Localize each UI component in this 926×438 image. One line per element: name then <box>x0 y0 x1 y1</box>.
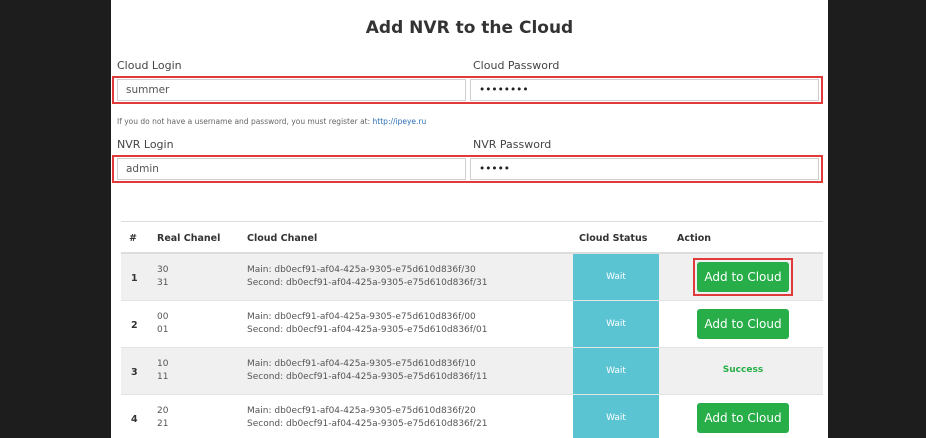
header-cloud-chanel: Cloud Chanel <box>247 233 318 244</box>
cloud-status: Wait <box>573 395 659 438</box>
cloud-login-label: Cloud Login <box>117 59 182 72</box>
table-row: 1 30 31 Main: db0ecf91-af04-425a-9305-e7… <box>121 254 823 301</box>
cloud-second: Second: db0ecf91-af04-425a-9305-e75d610d… <box>247 325 488 335</box>
header-cloud-status: Cloud Status <box>579 233 648 244</box>
real-chanel-cell: 10 11 <box>157 358 168 384</box>
success-text: Success <box>722 365 764 375</box>
cloud-second: Second: db0ecf91-af04-425a-9305-e75d610d… <box>247 419 488 429</box>
real-main: 20 <box>157 406 169 416</box>
cloud-chanel-cell: Main: db0ecf91-af04-425a-9305-e75d610d83… <box>247 358 487 384</box>
row-number: 3 <box>131 367 138 378</box>
cloud-login-field[interactable]: summer <box>117 79 466 101</box>
cloud-status: Wait <box>573 254 659 300</box>
row-number: 2 <box>131 320 138 331</box>
table-row: 2 00 01 Main: db0ecf91-af04-425a-9305-e7… <box>121 301 823 348</box>
register-note-text: If you do not have a username and passwo… <box>117 117 371 126</box>
add-nvr-panel: Add NVR to the Cloud Cloud Login Cloud P… <box>111 0 828 438</box>
register-link[interactable]: http://ipeye.ru <box>373 117 427 126</box>
real-second: 21 <box>157 419 169 429</box>
table-row: 3 10 11 Main: db0ecf91-af04-425a-9305-e7… <box>121 348 823 395</box>
cloud-chanel-cell: Main: db0ecf91-af04-425a-9305-e75d610d83… <box>247 311 487 337</box>
cloud-chanel-cell: Main: db0ecf91-af04-425a-9305-e75d610d83… <box>247 264 487 290</box>
real-chanel-cell: 30 31 <box>157 264 168 290</box>
cloud-password-field[interactable]: •••••••• <box>470 79 819 101</box>
add-to-cloud-button[interactable]: Add to Cloud <box>697 262 789 292</box>
nvr-password-label: NVR Password <box>473 138 552 151</box>
channel-table: # Real Chanel Cloud Chanel Cloud Status … <box>121 221 823 438</box>
real-main: 00 <box>157 312 169 322</box>
real-second: 31 <box>157 278 169 288</box>
nvr-login-field[interactable]: admin <box>117 158 466 180</box>
cloud-password-label: Cloud Password <box>473 59 560 72</box>
real-second: 01 <box>157 325 169 335</box>
page-title: Add NVR to the Cloud <box>365 18 574 38</box>
cloud-second: Second: db0ecf91-af04-425a-9305-e75d610d… <box>247 278 488 288</box>
cloud-main: Main: db0ecf91-af04-425a-9305-e75d610d83… <box>247 312 476 322</box>
nvr-password-field[interactable]: ••••• <box>470 158 819 180</box>
nvr-login-label: NVR Login <box>117 138 174 151</box>
cloud-main: Main: db0ecf91-af04-425a-9305-e75d610d83… <box>247 265 476 275</box>
header-action: Action <box>677 233 712 244</box>
row-number: 4 <box>131 414 138 425</box>
cloud-chanel-cell: Main: db0ecf91-af04-425a-9305-e75d610d83… <box>247 405 487 431</box>
table-header: # Real Chanel Cloud Chanel Cloud Status … <box>121 221 823 254</box>
row-number: 1 <box>131 273 138 284</box>
add-to-cloud-button[interactable]: Add to Cloud <box>697 403 789 433</box>
cloud-main: Main: db0ecf91-af04-425a-9305-e75d610d83… <box>247 359 476 369</box>
cloud-status: Wait <box>573 301 659 347</box>
cloud-second: Second: db0ecf91-af04-425a-9305-e75d610d… <box>247 372 488 382</box>
real-second: 11 <box>157 372 169 382</box>
real-main: 10 <box>157 359 169 369</box>
register-note: If you do not have a username and passwo… <box>117 117 426 126</box>
header-real-chanel: Real Chanel <box>157 233 221 244</box>
header-number: # <box>129 233 137 244</box>
table-row: 4 20 21 Main: db0ecf91-af04-425a-9305-e7… <box>121 395 823 438</box>
add-to-cloud-button[interactable]: Add to Cloud <box>697 309 789 339</box>
real-chanel-cell: 20 21 <box>157 405 168 431</box>
real-chanel-cell: 00 01 <box>157 311 168 337</box>
cloud-main: Main: db0ecf91-af04-425a-9305-e75d610d83… <box>247 406 476 416</box>
cloud-status: Wait <box>573 348 659 394</box>
real-main: 30 <box>157 265 169 275</box>
